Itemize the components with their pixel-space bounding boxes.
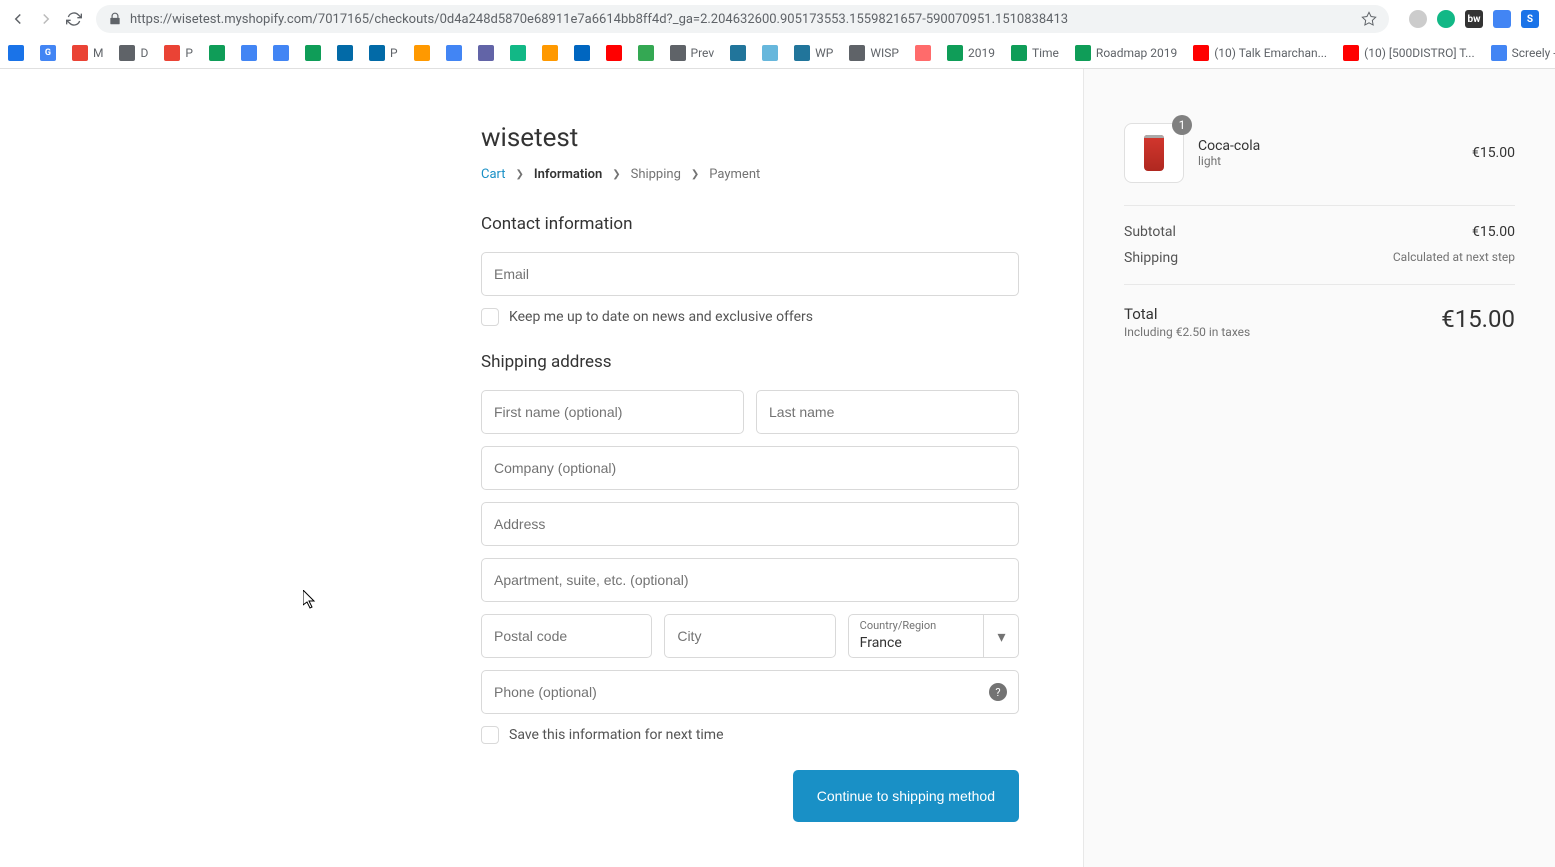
bookmark-item[interactable] — [8, 45, 24, 61]
bookmark-item[interactable] — [730, 45, 746, 61]
quantity-badge: 1 — [1172, 115, 1192, 135]
bookmark-item[interactable]: D — [119, 45, 148, 61]
address-field[interactable] — [481, 502, 1019, 546]
bookmark-item[interactable] — [305, 45, 321, 61]
bookmark-item[interactable] — [915, 45, 931, 61]
bookmark-item[interactable] — [574, 45, 590, 61]
bookmark-item[interactable] — [414, 45, 430, 61]
url-text: https://wisetest.myshopify.com/7017165/c… — [130, 12, 1353, 27]
breadcrumb-shipping: Shipping — [631, 167, 681, 182]
product-variant: light — [1198, 154, 1458, 168]
bookmark-item[interactable] — [209, 45, 225, 61]
caret-down-icon: ▾ — [983, 614, 1019, 658]
extension-icon[interactable] — [1493, 10, 1511, 28]
bookmark-item[interactable]: Roadmap 2019 — [1075, 45, 1177, 61]
total-value: €15.00 — [1441, 305, 1515, 333]
first-name-field[interactable] — [481, 390, 744, 434]
product-image — [1144, 135, 1164, 171]
postal-code-field[interactable] — [481, 614, 652, 658]
bookmark-item[interactable] — [446, 45, 462, 61]
contact-section-title: Contact information — [481, 214, 1019, 234]
bookmark-item[interactable] — [478, 45, 494, 61]
chevron-right-icon: ❯ — [516, 169, 524, 180]
bookmark-star-icon[interactable] — [1361, 11, 1377, 27]
country-label: Country/Region — [860, 619, 937, 632]
country-value: France — [860, 635, 902, 651]
company-field[interactable] — [481, 446, 1019, 490]
shipping-value: Calculated at next step — [1393, 250, 1515, 266]
bookmark-item[interactable] — [606, 45, 622, 61]
subtotal-label: Subtotal — [1124, 224, 1176, 240]
bookmark-item[interactable]: 2019 — [947, 45, 995, 61]
url-bar[interactable]: https://wisetest.myshopify.com/7017165/c… — [96, 5, 1389, 33]
bookmark-item[interactable]: G — [40, 45, 56, 61]
bookmark-item[interactable]: Time — [1011, 45, 1059, 61]
bookmark-bar: GMDPPPrevWPWISP2019TimeRoadmap 2019(10) … — [0, 38, 1555, 68]
save-info-label: Save this information for next time — [509, 727, 724, 743]
bookmark-item[interactable]: Prev — [670, 45, 715, 61]
bookmark-item[interactable]: P — [164, 45, 193, 61]
email-field[interactable] — [481, 252, 1019, 296]
city-field[interactable] — [664, 614, 835, 658]
bookmark-item[interactable]: Screely - Ge — [1491, 45, 1555, 61]
bookmark-item[interactable] — [241, 45, 257, 61]
breadcrumb-cart[interactable]: Cart — [481, 167, 506, 182]
extension-icon[interactable]: S — [1521, 10, 1539, 28]
address2-field[interactable] — [481, 558, 1019, 602]
extension-icon[interactable] — [1409, 10, 1427, 28]
bookmark-item[interactable]: WP — [794, 45, 833, 61]
back-button[interactable] — [8, 9, 28, 29]
bookmark-item[interactable] — [762, 45, 778, 61]
save-info-checkbox[interactable] — [481, 726, 499, 744]
bookmark-item[interactable]: WISP — [849, 45, 899, 61]
breadcrumb-payment: Payment — [709, 167, 760, 182]
bookmark-item[interactable] — [337, 45, 353, 61]
bookmark-item[interactable]: (10) Talk Emarchan... — [1193, 45, 1327, 61]
chevron-right-icon: ❯ — [691, 169, 699, 180]
store-title: wisetest — [481, 123, 1019, 153]
continue-button[interactable]: Continue to shipping method — [793, 770, 1019, 822]
product-row: 1 Coca-cola light €15.00 — [1124, 123, 1515, 206]
breadcrumb-information: Information — [534, 167, 602, 182]
product-price: €15.00 — [1472, 145, 1515, 161]
bookmark-item[interactable] — [542, 45, 558, 61]
subtotal-value: €15.00 — [1472, 224, 1515, 240]
product-name: Coca-cola — [1198, 138, 1458, 154]
total-label: Total — [1124, 305, 1250, 323]
product-thumbnail: 1 — [1124, 123, 1184, 183]
lock-icon — [108, 12, 122, 26]
breadcrumb: Cart ❯ Information ❯ Shipping ❯ Payment — [481, 167, 1019, 182]
last-name-field[interactable] — [756, 390, 1019, 434]
help-icon[interactable]: ? — [989, 683, 1007, 701]
chevron-right-icon: ❯ — [612, 169, 620, 180]
phone-field[interactable] — [481, 670, 1019, 714]
bookmark-item[interactable] — [273, 45, 289, 61]
bookmark-item[interactable] — [510, 45, 526, 61]
forward-button[interactable] — [36, 9, 56, 29]
newsletter-label: Keep me up to date on news and exclusive… — [509, 309, 813, 325]
extension-icon[interactable]: bw — [1465, 10, 1483, 28]
shipping-section-title: Shipping address — [481, 352, 1019, 372]
bookmark-item[interactable]: (10) [500DISTRO] T... — [1343, 45, 1475, 61]
bookmark-item[interactable]: P — [369, 45, 398, 61]
country-select[interactable]: Country/Region France ▾ — [848, 614, 1019, 658]
extension-icon[interactable] — [1437, 10, 1455, 28]
bookmark-item[interactable]: M — [72, 45, 103, 61]
bookmark-item[interactable] — [638, 45, 654, 61]
tax-note: Including €2.50 in taxes — [1124, 325, 1250, 339]
reload-button[interactable] — [64, 9, 84, 29]
newsletter-checkbox[interactable] — [481, 308, 499, 326]
shipping-label: Shipping — [1124, 250, 1178, 266]
